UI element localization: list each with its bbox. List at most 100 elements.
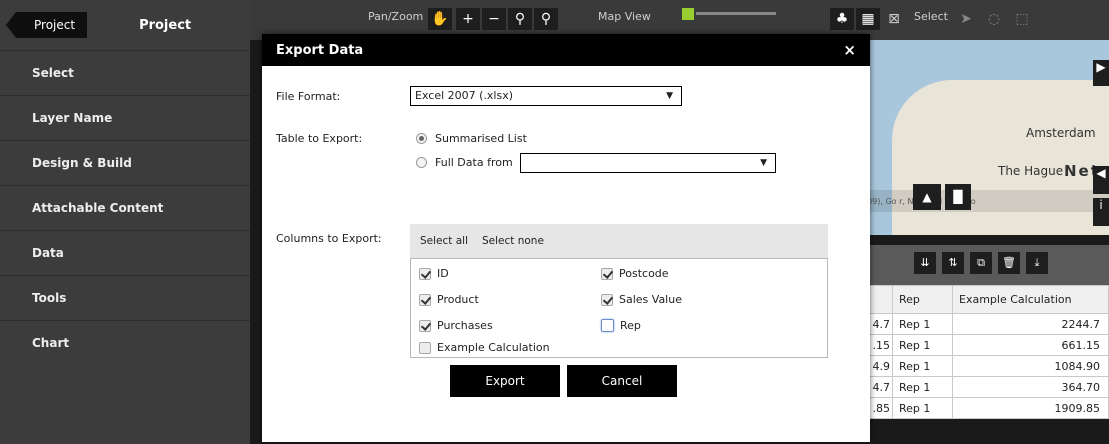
table-to-export-label: Table to Export: bbox=[276, 132, 363, 145]
checkbox[interactable] bbox=[419, 319, 431, 332]
data-toolbar: ⇊ ⇅ ⧉ 🗑 ⤓ bbox=[862, 245, 1109, 285]
table-cell: Rep 1 bbox=[892, 376, 953, 398]
sort-desc-icon[interactable]: ⇊ bbox=[914, 252, 936, 274]
checkbox[interactable] bbox=[601, 319, 614, 332]
table-cell: Rep 1 bbox=[892, 397, 953, 419]
back-project-button[interactable]: Project bbox=[5, 12, 88, 38]
table-header-cell[interactable]: Example Calculation bbox=[952, 285, 1109, 314]
column-option-rep[interactable]: Rep bbox=[601, 319, 641, 332]
lasso-icon[interactable]: ◌ bbox=[982, 8, 1006, 30]
column-selection-bar: Select all Select none bbox=[410, 224, 828, 258]
select-all-link[interactable]: Select all bbox=[420, 235, 468, 247]
checkbox[interactable] bbox=[601, 267, 613, 280]
column-option-label: Product bbox=[437, 293, 479, 306]
table-cell: 1909.85 bbox=[952, 397, 1109, 419]
radio-summarised-label: Summarised List bbox=[435, 132, 527, 145]
table-row[interactable]: 4.7 Rep 1 364.70 bbox=[862, 376, 1109, 398]
column-option-postcode[interactable]: Postcode bbox=[601, 267, 669, 280]
table-row[interactable]: .15 Rep 1 661.15 bbox=[862, 334, 1109, 356]
column-option-example-calculation[interactable]: Example Calculation bbox=[419, 341, 550, 354]
data-table: Rep Example Calculation 4.7 Rep 1 2244.7… bbox=[862, 285, 1109, 419]
box-select-icon[interactable]: ⬚ bbox=[1010, 8, 1034, 30]
column-option-label: Rep bbox=[620, 319, 641, 332]
map-view-slider-handle[interactable] bbox=[682, 8, 694, 20]
sidebar-item-attachable-content[interactable]: Attachable Content bbox=[0, 185, 250, 230]
table-cell: 2244.7 bbox=[952, 313, 1109, 335]
table-header-row: Rep Example Calculation bbox=[862, 285, 1109, 314]
sidebar-item-chart[interactable]: Chart bbox=[0, 320, 250, 365]
checkbox[interactable] bbox=[419, 267, 431, 280]
table-row[interactable]: 4.9 Rep 1 1084.90 bbox=[862, 355, 1109, 377]
radio-full-data-input[interactable] bbox=[416, 157, 427, 168]
map-city-amsterdam: Amsterdam bbox=[1026, 126, 1096, 140]
info-icon[interactable]: i bbox=[1093, 198, 1109, 226]
download-icon[interactable]: ⤓ bbox=[1026, 252, 1048, 274]
full-data-source-select[interactable]: ▼ bbox=[520, 153, 776, 173]
column-option-label: Sales Value bbox=[619, 293, 682, 306]
sidebar-item-select[interactable]: Select bbox=[0, 50, 250, 95]
bar-chart-icon[interactable]: ▐▌ bbox=[945, 184, 971, 210]
select-none-link[interactable]: Select none bbox=[482, 235, 544, 247]
zoom-extent-icon[interactable]: ⚲ bbox=[534, 8, 558, 30]
sidebar-title: Project bbox=[139, 17, 192, 33]
expand-right-icon[interactable]: ▶ bbox=[1093, 60, 1109, 86]
columns-to-export-label: Columns to Export: bbox=[276, 232, 382, 245]
map-view-label: Map View bbox=[598, 10, 651, 23]
column-option-label: ID bbox=[437, 267, 449, 280]
column-option-label: Purchases bbox=[437, 319, 493, 332]
checkbox[interactable] bbox=[601, 293, 613, 306]
copy-icon[interactable]: ⧉ bbox=[970, 252, 992, 274]
export-data-dialog: Export Data × File Format: Excel 2007 (.… bbox=[262, 34, 870, 442]
export-button[interactable]: Export bbox=[450, 365, 560, 397]
sidebar-header: Project Project bbox=[0, 0, 250, 50]
pan-zoom-label: Pan/Zoom bbox=[368, 10, 424, 23]
collapse-left-icon[interactable]: ◀ bbox=[1093, 166, 1109, 194]
collapse-up-icon[interactable]: ▲ bbox=[913, 184, 941, 210]
zoom-search-icon[interactable]: ⚲ bbox=[508, 8, 532, 30]
radio-full-data-label: Full Data from bbox=[435, 156, 513, 169]
table-cell: Rep 1 bbox=[892, 334, 953, 356]
column-option-label: Postcode bbox=[619, 267, 669, 280]
column-option-purchases[interactable]: Purchases bbox=[419, 319, 493, 332]
pointer-icon[interactable]: ➤ bbox=[954, 8, 978, 30]
table-row[interactable]: .85 Rep 1 1909.85 bbox=[862, 397, 1109, 419]
map-view-slider[interactable] bbox=[696, 12, 776, 15]
delete-icon[interactable]: 🗑 bbox=[998, 252, 1020, 274]
radio-summarised-input[interactable] bbox=[416, 133, 427, 144]
map-city-the-hague: The Hague bbox=[998, 164, 1064, 178]
dialog-title: Export Data bbox=[276, 42, 364, 58]
column-option-product[interactable]: Product bbox=[419, 293, 479, 306]
chevron-down-icon: ▼ bbox=[666, 91, 673, 101]
sidebar-item-data[interactable]: Data bbox=[0, 230, 250, 275]
columns-checkbox-list: ID Postcode Product Sales Value Purchase… bbox=[410, 258, 828, 358]
table-row[interactable]: 4.7 Rep 1 2244.7 bbox=[862, 313, 1109, 335]
checkbox[interactable] bbox=[419, 293, 431, 306]
cancel-button[interactable]: Cancel bbox=[567, 365, 677, 397]
table-cell: 661.15 bbox=[952, 334, 1109, 356]
table-cell: 364.70 bbox=[952, 376, 1109, 398]
dialog-header: Export Data × bbox=[262, 34, 870, 66]
sidebar-item-design-build[interactable]: Design & Build bbox=[0, 140, 250, 185]
chevron-down-icon: ▼ bbox=[760, 158, 767, 168]
file-format-label: File Format: bbox=[276, 90, 341, 103]
sidebar-item-layer-name[interactable]: Layer Name bbox=[0, 95, 250, 140]
radio-full-data[interactable]: Full Data from bbox=[416, 156, 513, 169]
table-cell: Rep 1 bbox=[892, 313, 953, 335]
sidebar-item-tools[interactable]: Tools bbox=[0, 275, 250, 320]
map-icon[interactable]: ▦ bbox=[856, 8, 880, 30]
checkbox[interactable] bbox=[419, 341, 431, 354]
sort-asc-icon[interactable]: ⇅ bbox=[942, 252, 964, 274]
table-header-cell[interactable]: Rep bbox=[892, 285, 953, 314]
no-map-icon[interactable]: ⊠ bbox=[882, 8, 906, 30]
column-option-id[interactable]: ID bbox=[419, 267, 449, 280]
close-icon[interactable]: × bbox=[843, 41, 856, 59]
zoom-out-icon[interactable]: − bbox=[482, 8, 506, 30]
layers-icon[interactable]: ♣ bbox=[830, 8, 854, 30]
column-option-sales-value[interactable]: Sales Value bbox=[601, 293, 682, 306]
zoom-in-icon[interactable]: + bbox=[456, 8, 480, 30]
radio-summarised-list[interactable]: Summarised List bbox=[416, 132, 527, 145]
table-cell: 1084.90 bbox=[952, 355, 1109, 377]
pan-hand-icon[interactable]: ✋ bbox=[428, 8, 452, 30]
file-format-select[interactable]: Excel 2007 (.xlsx) ▼ bbox=[410, 86, 682, 106]
file-format-value: Excel 2007 (.xlsx) bbox=[415, 89, 514, 102]
